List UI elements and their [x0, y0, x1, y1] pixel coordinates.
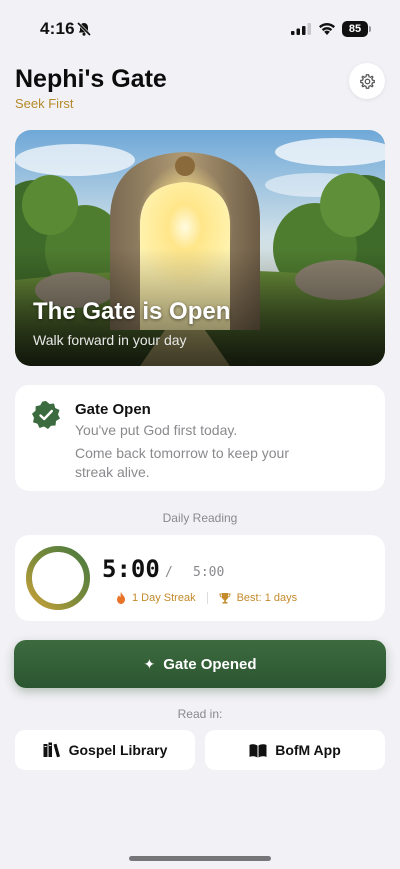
gate-button-label: Gate Opened — [163, 655, 257, 673]
bofm-app-label: BofM App — [275, 742, 341, 758]
check-badge-icon — [32, 401, 60, 429]
hero-title: The Gate is Open — [33, 298, 231, 325]
streak-divider — [206, 592, 208, 604]
home-indicator — [129, 856, 271, 861]
sparkle-icon: ✦ — [143, 655, 156, 672]
status-title: Gate Open — [75, 401, 151, 418]
gate-illustration — [15, 130, 385, 366]
bofm-app-button[interactable]: BofM App — [205, 730, 385, 770]
settings-button[interactable] — [349, 63, 385, 99]
status-bar: 4:16 85 — [0, 0, 400, 58]
battery-indicator: 85 — [342, 21, 371, 37]
book-open-icon — [249, 743, 267, 757]
app-title: Nephi's Gate — [15, 65, 167, 93]
signal-icon — [291, 23, 311, 35]
gospel-library-button[interactable]: Gospel Library — [15, 730, 195, 770]
daily-reading-label: Daily Reading — [162, 511, 238, 525]
reading-progress-ring — [26, 546, 90, 610]
gate-opened-button[interactable]: ✦ Gate Opened — [14, 640, 386, 688]
time-separator: / — [165, 565, 173, 580]
status-reminder: Come back tomorrow to keep your streak a… — [75, 445, 289, 480]
read-in-label: Read in: — [177, 707, 223, 721]
status-time: 4:16 — [40, 19, 75, 38]
hero-subtitle: Walk forward in your day — [33, 332, 187, 348]
bell-slash-icon — [76, 21, 92, 37]
flame-icon — [117, 592, 125, 604]
gospel-library-label: Gospel Library — [68, 742, 168, 758]
gate-status-card: Gate Open You've put God first today. Co… — [15, 385, 385, 491]
books-icon — [43, 742, 60, 758]
gear-icon — [359, 73, 375, 89]
battery-cap — [369, 26, 371, 32]
battery-level: 85 — [342, 21, 368, 37]
elapsed-time: 5:00 — [102, 555, 160, 583]
hero-banner: The Gate is Open Walk forward in your da… — [15, 130, 385, 366]
trophy-icon — [219, 593, 231, 604]
goal-time: 5:00 — [193, 565, 225, 580]
best-streak: Best: 1 days — [236, 592, 298, 604]
streak-row: 1 Day Streak Best: 1 days — [116, 590, 297, 606]
status-message: You've put God first today. — [75, 422, 238, 438]
current-streak: 1 Day Streak — [132, 592, 196, 604]
daily-reading-card: 5:00 / 5:00 1 Day Streak Best: 1 days — [15, 535, 385, 621]
wifi-icon — [319, 23, 335, 35]
app-subtitle: Seek First — [15, 96, 74, 111]
